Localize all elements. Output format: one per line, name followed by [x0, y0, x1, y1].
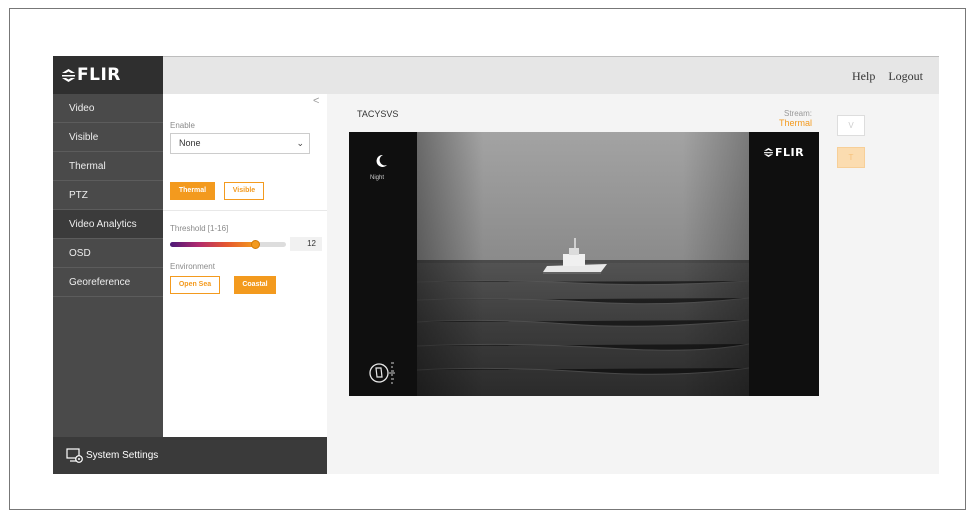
- analytics-settings-panel: < Enable None ⌄ Thermal Visible Threshol…: [163, 94, 327, 474]
- compass-icon: [369, 362, 395, 384]
- collapse-panel-icon[interactable]: <: [313, 95, 319, 107]
- video-watermark-text: FLIR: [775, 146, 805, 159]
- help-link[interactable]: Help: [852, 69, 875, 83]
- enable-select-value: None: [179, 138, 201, 148]
- threshold-value[interactable]: 12: [290, 237, 322, 251]
- stream-label: Stream:: [783, 109, 812, 118]
- system-settings-label: System Settings: [86, 450, 159, 461]
- threshold-slider[interactable]: [170, 240, 286, 249]
- threshold-slider-handle[interactable]: [251, 240, 261, 249]
- threshold-slider-fill: [170, 242, 256, 247]
- environment-label: Environment: [170, 262, 215, 271]
- sidebar-item-visible[interactable]: Visible: [53, 123, 163, 152]
- flir-emblem-icon: [62, 68, 75, 82]
- top-bar: Help Logout: [163, 56, 939, 94]
- logout-link[interactable]: Logout: [888, 69, 923, 83]
- panel-divider: [163, 210, 327, 211]
- visible-button[interactable]: Visible: [224, 182, 264, 200]
- app-window: FLIR Help Logout Video Visible Thermal PTZ V…: [53, 56, 939, 474]
- stream-value: Thermal: [778, 118, 812, 128]
- sidebar: Video Visible Thermal PTZ Video Analytics OSD…: [53, 94, 163, 474]
- flir-emblem-icon: [764, 148, 773, 157]
- chevron-down-icon: ⌄: [296, 138, 304, 148]
- sidebar-item-osd[interactable]: OSD: [53, 239, 163, 268]
- thermal-stream-button[interactable]: T: [837, 147, 865, 168]
- sidebar-item-video-analytics[interactable]: Video Analytics: [53, 210, 163, 239]
- sidebar-item-georeference[interactable]: Georeference: [53, 268, 163, 297]
- visible-stream-button[interactable]: V: [837, 115, 865, 136]
- moon-icon: [376, 154, 387, 167]
- thermal-button[interactable]: Thermal: [170, 182, 215, 200]
- sidebar-item-video[interactable]: Video: [53, 94, 163, 123]
- system-settings-icon: [66, 447, 83, 463]
- sidebar-item-ptz[interactable]: PTZ: [53, 181, 163, 210]
- open-sea-button[interactable]: Open Sea: [170, 276, 220, 294]
- sidebar-item-thermal[interactable]: Thermal: [53, 152, 163, 181]
- night-mode-label: Night: [370, 175, 385, 181]
- video-viewport[interactable]: Night FLIR: [349, 132, 819, 396]
- stream-name: TACYSVS: [357, 109, 399, 119]
- brand-logo-text: FLIR: [77, 65, 121, 85]
- enable-select[interactable]: None ⌄: [170, 133, 310, 154]
- enable-label: Enable: [170, 121, 195, 130]
- brand-logo[interactable]: FLIR: [53, 56, 163, 94]
- coastal-button[interactable]: Coastal: [234, 276, 276, 294]
- panel-footer: [163, 437, 327, 474]
- threshold-label: Threshold [1-16]: [170, 224, 229, 233]
- video-watermark-logo: FLIR: [764, 146, 804, 159]
- system-settings-button[interactable]: System Settings: [53, 437, 163, 474]
- thermal-video-feed: [417, 132, 749, 396]
